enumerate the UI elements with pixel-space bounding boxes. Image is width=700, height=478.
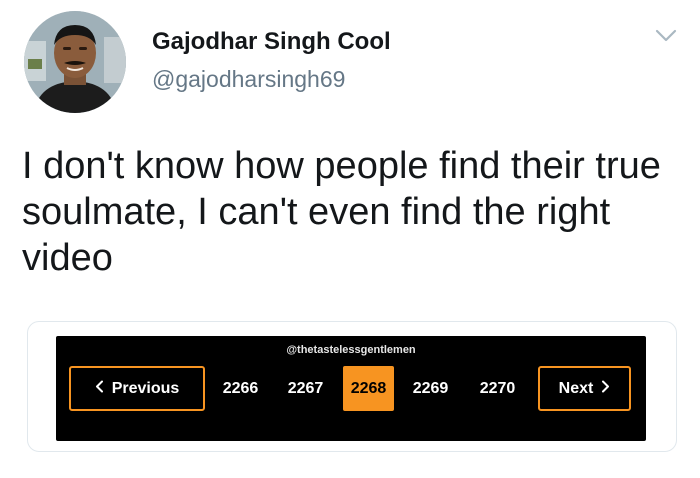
chevron-left-icon (95, 380, 104, 398)
page-2268-current: 2268 (343, 366, 394, 411)
chevron-down-icon[interactable] (655, 29, 677, 43)
page-2270: 2270 (479, 379, 516, 397)
media-image[interactable]: @thetastelessgentlemen Previous 2266 226… (56, 336, 646, 441)
avatar-photo (24, 11, 126, 113)
previous-button: Previous (69, 366, 205, 411)
page-2266: 2266 (222, 379, 259, 397)
watermark: @thetastelessgentlemen (286, 344, 416, 356)
page-2269: 2269 (412, 379, 449, 397)
tweet-text: I don't know how people find their true … (22, 145, 661, 279)
chevron-right-icon (601, 380, 610, 398)
page-2267: 2267 (287, 379, 324, 397)
display-name[interactable]: Gajodhar Singh Cool (152, 28, 391, 56)
user-handle[interactable]: @gajodharsingh69 (152, 66, 345, 93)
avatar[interactable] (24, 11, 126, 113)
next-label: Next (558, 379, 594, 397)
next-button: Next (538, 366, 631, 411)
previous-label: Previous (111, 379, 180, 397)
